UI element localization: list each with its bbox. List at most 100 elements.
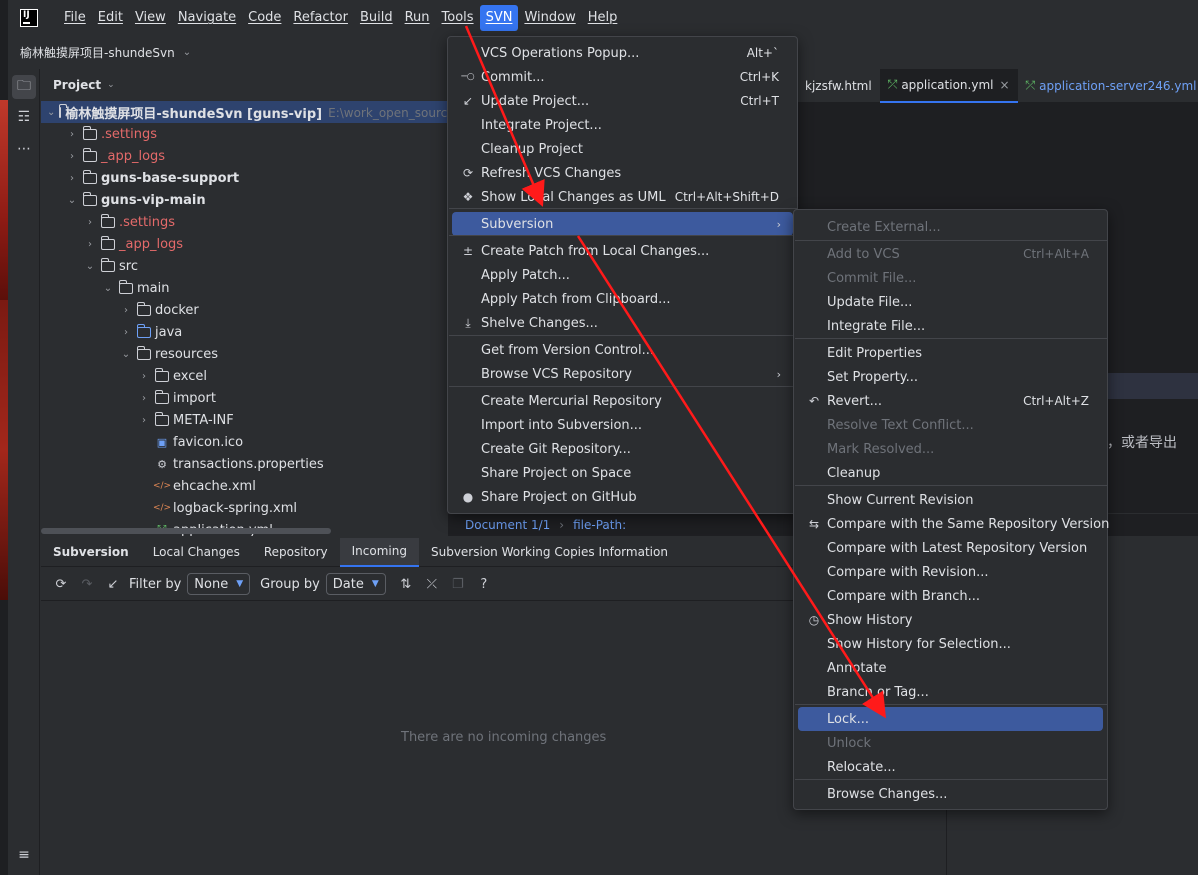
tree-row[interactable]: </> logback-spring.xml — [41, 497, 448, 519]
chevron-right-icon[interactable]: › — [83, 239, 97, 250]
svn-menu-commit[interactable]: ─○ Commit... Ctrl+K — [452, 65, 793, 89]
help-icon[interactable]: ? — [474, 574, 494, 594]
svn-menu-create-mercurial-repository[interactable]: Create Mercurial Repository — [452, 389, 793, 413]
menu-code[interactable]: Code — [242, 5, 287, 31]
tree-row[interactable]: › .settings — [41, 123, 448, 145]
chevron-right-icon[interactable]: › — [137, 371, 151, 382]
subversion-menu-set-property[interactable]: Set Property... — [798, 365, 1103, 389]
menu-edit[interactable]: Edit — [92, 5, 129, 31]
chevron-right-icon[interactable]: › — [119, 327, 133, 338]
group-select[interactable]: Date ▼ — [325, 573, 386, 595]
svn-menu-subversion[interactable]: Subversion › — [452, 212, 793, 236]
bottom-panel-list-icon[interactable]: ≡ — [12, 843, 36, 867]
tree-row[interactable]: ⚙ transactions.properties — [41, 453, 448, 475]
tree-row[interactable]: ⌄ resources — [41, 343, 448, 365]
chevron-down-icon[interactable]: ⌄ — [83, 261, 97, 272]
svn-menu-create-patch-from-local-changes[interactable]: ± Create Patch from Local Changes... — [452, 239, 793, 263]
subversion-menu-integrate-file[interactable]: Integrate File... — [798, 314, 1103, 338]
subversion-menu-mark-resolved[interactable]: Mark Resolved... — [798, 437, 1103, 461]
chevron-right-icon[interactable]: › — [137, 415, 151, 426]
tree-row[interactable]: › _app_logs — [41, 233, 448, 255]
chevron-right-icon[interactable]: › — [65, 129, 79, 140]
svn-menu-shelve-changes[interactable]: ⤓ Shelve Changes... — [452, 311, 793, 335]
subversion-menu-resolve-text-conflict[interactable]: Resolve Text Conflict... — [798, 413, 1103, 437]
chevron-down-icon[interactable]: ⌄ — [65, 195, 79, 206]
tree-horizontal-scrollbar[interactable] — [41, 528, 331, 534]
svn-menu-share-project-on-space[interactable]: Share Project on Space — [452, 461, 793, 485]
svn-menu-apply-patch[interactable]: Apply Patch... — [452, 263, 793, 287]
menu-window[interactable]: Window — [518, 5, 581, 31]
subversion-menu-lock[interactable]: Lock... — [798, 707, 1103, 731]
subversion-menu-compare-with-the-same-repository-version[interactable]: ⇆ Compare with the Same Repository Versio… — [798, 512, 1109, 536]
more-tools-icon[interactable]: ⋯ — [12, 137, 36, 161]
collapse-all-icon[interactable]: ⤫ — [422, 574, 442, 594]
svn-menu-browse-vcs-repository[interactable]: Browse VCS Repository › — [452, 362, 793, 386]
tree-row[interactable]: › guns-base-support — [41, 167, 448, 189]
chevron-right-icon[interactable]: › — [65, 151, 79, 162]
tab-incoming[interactable]: Incoming — [339, 537, 419, 567]
intellij-logo-icon[interactable]: IJ — [20, 8, 38, 27]
tree-row[interactable]: </> ehcache.xml — [41, 475, 448, 497]
menu-refactor[interactable]: Refactor — [287, 5, 354, 31]
get-changes-icon[interactable]: ↷ — [77, 574, 97, 594]
tree-row[interactable]: ⌄ guns-vip-main — [41, 189, 448, 211]
tree-row[interactable]: › .settings — [41, 211, 448, 233]
subversion-menu-browse-changes[interactable]: Browse Changes... — [798, 782, 1103, 806]
subversion-menu-unlock[interactable]: Unlock — [798, 731, 1103, 755]
chevron-down-icon[interactable]: ⌄ — [47, 107, 55, 118]
tab-application-yml[interactable]: ⤱ application.yml × — [879, 68, 1018, 103]
subversion-menu-update-file[interactable]: Update File... — [798, 290, 1103, 314]
subversion-menu-cleanup[interactable]: Cleanup — [798, 461, 1103, 485]
tab-kjzsfw[interactable]: kjzsfw.html — [797, 69, 880, 103]
svn-menu-cleanup-project[interactable]: Cleanup Project — [452, 137, 793, 161]
svn-menu-share-project-on-github[interactable]: ● Share Project on GitHub — [452, 485, 793, 509]
tree-row[interactable]: › excel — [41, 365, 448, 387]
subversion-menu-compare-with-branch[interactable]: Compare with Branch... — [798, 584, 1103, 608]
subversion-menu-commit-file[interactable]: Commit File... — [798, 266, 1103, 290]
structure-icon[interactable]: ☶ — [12, 105, 36, 129]
tree-row[interactable]: ⌄ src — [41, 255, 448, 277]
copy-icon[interactable]: ❐ — [448, 574, 468, 594]
subversion-menu-annotate[interactable]: Annotate — [798, 656, 1103, 680]
menu-view[interactable]: View — [129, 5, 172, 31]
tab-local-changes[interactable]: Local Changes — [141, 538, 252, 567]
chevron-down-icon[interactable]: ⌄ — [101, 283, 115, 294]
project-selector[interactable]: 榆林触摸屏项目-shundeSvn ⌄ — [8, 35, 448, 69]
update-arrow-icon[interactable]: ↙ — [103, 574, 123, 594]
filter-select[interactable]: None ▼ — [187, 573, 251, 595]
tab-repository[interactable]: Repository — [252, 538, 340, 567]
subversion-menu-compare-with-revision[interactable]: Compare with Revision... — [798, 560, 1103, 584]
svn-menu-import-into-subversion[interactable]: Import into Subversion... — [452, 413, 793, 437]
breadcrumb-document[interactable]: Document 1/1 — [465, 518, 550, 532]
tree-row[interactable]: › docker — [41, 299, 448, 321]
svn-menu-create-git-repository[interactable]: Create Git Repository... — [452, 437, 793, 461]
subversion-menu-branch-or-tag[interactable]: Branch or Tag... — [798, 680, 1103, 704]
chevron-right-icon[interactable]: › — [119, 305, 133, 316]
menu-help[interactable]: Help — [582, 5, 624, 31]
menu-navigate[interactable]: Navigate — [172, 5, 242, 31]
subversion-menu-compare-with-latest-repository-version[interactable]: Compare with Latest Repository Version — [798, 536, 1103, 560]
breadcrumb-file-path[interactable]: file-Path: — [573, 518, 626, 532]
svn-menu-get-from-version-control[interactable]: Get from Version Control... — [452, 338, 793, 362]
subversion-menu-add-to-vcs[interactable]: Add to VCS Ctrl+Alt+A — [798, 242, 1103, 266]
tab-working-copies-info[interactable]: Subversion Working Copies Information — [419, 538, 680, 567]
svn-menu-integrate-project[interactable]: Integrate Project... — [452, 113, 793, 137]
tree-row[interactable]: ⌄ main — [41, 277, 448, 299]
svn-menu-update-project[interactable]: ↙ Update Project... Ctrl+T — [452, 89, 793, 113]
chevron-right-icon[interactable]: › — [65, 173, 79, 184]
project-header[interactable]: Project ⌄ — [41, 69, 448, 101]
menu-run[interactable]: Run — [399, 5, 436, 31]
subversion-menu-show-current-revision[interactable]: Show Current Revision — [798, 488, 1103, 512]
svn-menu-show-local-changes-as-uml[interactable]: ❖ Show Local Changes as UML Ctrl+Alt+Shift… — [452, 185, 793, 209]
refresh-icon[interactable]: ⟳ — [51, 574, 71, 594]
tab-application-server246[interactable]: ⤱ application-server246.yml — [1018, 69, 1198, 103]
chevron-down-icon[interactable]: ⌄ — [119, 349, 133, 360]
menu-tools[interactable]: Tools — [436, 5, 480, 31]
subversion-menu-revert[interactable]: ↶ Revert... Ctrl+Alt+Z — [798, 389, 1103, 413]
chevron-right-icon[interactable]: › — [83, 217, 97, 228]
tree-row[interactable]: › import — [41, 387, 448, 409]
svn-menu-refresh-vcs-changes[interactable]: ⟳ Refresh VCS Changes — [452, 161, 793, 185]
subversion-menu-edit-properties[interactable]: Edit Properties — [798, 341, 1103, 365]
tab-subversion[interactable]: Subversion — [41, 538, 141, 567]
subversion-menu-relocate[interactable]: Relocate... — [798, 755, 1103, 779]
